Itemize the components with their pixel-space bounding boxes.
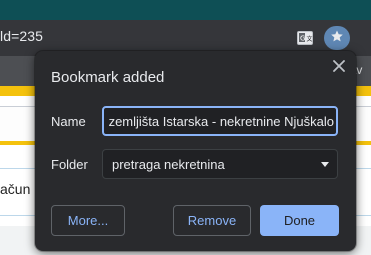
folder-select-value: pretraga nekretnina [112, 157, 225, 172]
close-button[interactable] [330, 59, 348, 77]
screen: ld=235 G 文 jav ačun ! Bookmark added [0, 0, 371, 255]
bookmark-name-input[interactable]: zemljišta Istarska - nekretnine Njuškalo [102, 106, 338, 136]
bookmark-added-dialog: Bookmark added Name zemljišta Istarska -… [35, 51, 356, 251]
svg-text:文: 文 [307, 35, 313, 43]
star-icon [330, 29, 344, 48]
bookmark-name-value: zemljišta Istarska - nekretnine Njuškalo [108, 114, 334, 129]
page-partial-text: ačun [0, 181, 31, 197]
done-button[interactable]: Done [260, 205, 339, 236]
tab-strip [0, 0, 371, 20]
remove-button[interactable]: Remove [173, 205, 251, 236]
name-label: Name [51, 114, 86, 129]
folder-select[interactable]: pretraga nekretnina [102, 149, 338, 179]
close-icon [333, 59, 345, 77]
more-button[interactable]: More... [51, 205, 125, 236]
folder-label: Folder [51, 157, 88, 172]
url-text[interactable]: ld=235 [0, 28, 43, 44]
translate-icon[interactable]: G 文 [296, 30, 314, 46]
svg-text:G: G [300, 35, 305, 43]
bookmark-star-button[interactable] [324, 26, 350, 50]
dialog-title: Bookmark added [51, 69, 165, 86]
chevron-down-icon [321, 162, 329, 167]
